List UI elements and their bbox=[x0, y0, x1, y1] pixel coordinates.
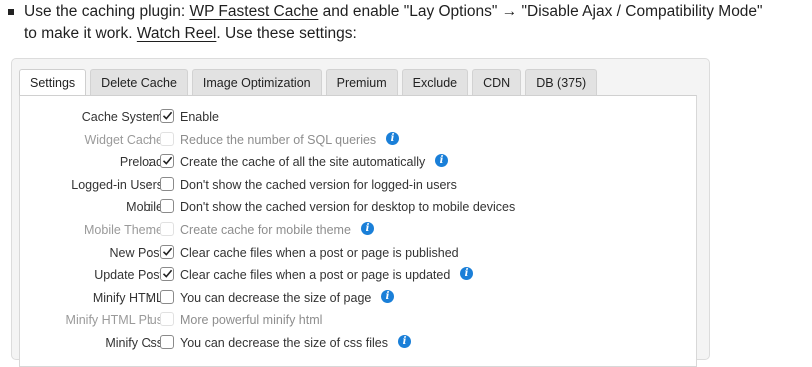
setting-row: Mobile Theme: Create cache for mobile the… bbox=[20, 221, 696, 241]
setting-checkbox bbox=[160, 312, 174, 327]
setting-description: You can decrease the size of page bbox=[180, 290, 372, 305]
intro-line-2: to make it work. Watch Reel. Use these s… bbox=[24, 22, 357, 46]
info-icon[interactable]: i bbox=[460, 267, 473, 281]
tab-delete-cache[interactable]: Delete Cache bbox=[90, 69, 188, 95]
setting-checkbox[interactable] bbox=[160, 244, 174, 259]
setting-description: Clear cache files when a post or page is… bbox=[180, 245, 459, 260]
checkmark-icon bbox=[162, 269, 173, 278]
setting-checkbox[interactable] bbox=[160, 109, 174, 123]
tab-image-optimization[interactable]: Image Optimization bbox=[191, 69, 322, 95]
setting-row: Minify HTML: You can decrease the size of… bbox=[20, 289, 696, 309]
tab-db[interactable]: DB (375) bbox=[525, 69, 598, 95]
checkmark-icon bbox=[162, 156, 173, 165]
setting-description: Create the cache of all the site automat… bbox=[180, 155, 426, 170]
setting-row: Mobile: Don't show the cached version for… bbox=[20, 198, 696, 218]
setting-description: Create cache for mobile theme bbox=[180, 223, 351, 237]
setting-description: Clear cache files when a post or page is… bbox=[180, 268, 451, 283]
setting-colon: : bbox=[148, 245, 152, 260]
watch-reel-link[interactable]: Watch Reel bbox=[137, 25, 217, 42]
setting-colon: : bbox=[148, 268, 152, 283]
setting-checkbox[interactable] bbox=[160, 335, 174, 349]
tab-bar: Settings Delete Cache Image Optimization… bbox=[19, 69, 598, 95]
setting-row: Minify Css: You can decrease the size of … bbox=[20, 334, 696, 354]
setting-colon: : bbox=[148, 223, 152, 237]
intro-text-1a: Use the caching plugin: bbox=[24, 3, 190, 20]
setting-description: You can decrease the size of css files bbox=[180, 336, 388, 350]
settings-panel: Settings Delete Cache Image Optimization… bbox=[11, 58, 710, 367]
bullet-icon bbox=[8, 9, 14, 15]
setting-label: Mobile bbox=[126, 200, 163, 215]
info-icon[interactable]: i bbox=[398, 335, 411, 348]
setting-colon: : bbox=[148, 313, 152, 328]
setting-colon: : bbox=[148, 177, 152, 192]
setting-colon: : bbox=[148, 336, 152, 350]
setting-checkbox bbox=[160, 131, 174, 146]
tab-settings[interactable]: Settings bbox=[19, 69, 87, 95]
setting-checkbox[interactable] bbox=[160, 199, 174, 214]
info-icon[interactable]: i bbox=[381, 289, 394, 303]
intro-text-2b: . Use these settings: bbox=[216, 25, 357, 42]
setting-row: Logged-in Users: Don't show the cached ve… bbox=[20, 176, 696, 196]
setting-checkbox bbox=[160, 222, 174, 236]
setting-colon: : bbox=[148, 155, 152, 170]
setting-row: Minify HTML Plus: More powerful minify ht… bbox=[20, 311, 696, 331]
setting-row: Preload: Create the cache of all the site… bbox=[20, 153, 696, 173]
setting-description: More powerful minify html bbox=[180, 313, 323, 328]
setting-colon: : bbox=[148, 200, 152, 215]
intro-text-2a: to make it work. bbox=[24, 25, 137, 42]
checkmark-icon bbox=[162, 111, 173, 120]
intro-line-1: Use the caching plugin: WP Fastest Cache… bbox=[24, 0, 763, 24]
setting-label: Preload bbox=[119, 155, 163, 170]
setting-colon: : bbox=[148, 132, 152, 147]
setting-row: Update Post: Clear cache files when a pos… bbox=[20, 266, 696, 286]
info-icon[interactable]: i bbox=[361, 222, 374, 235]
setting-checkbox[interactable] bbox=[160, 176, 174, 191]
setting-description: Don't show the cached version for logged… bbox=[180, 177, 457, 192]
setting-label: Update Post bbox=[94, 268, 163, 283]
setting-checkbox[interactable] bbox=[160, 289, 174, 304]
setting-checkbox[interactable] bbox=[160, 267, 174, 282]
setting-description: Don't show the cached version for deskto… bbox=[180, 200, 516, 215]
info-icon[interactable]: i bbox=[386, 131, 399, 145]
info-icon[interactable]: i bbox=[435, 154, 448, 168]
setting-colon: : bbox=[148, 110, 152, 124]
setting-label: Minify HTML bbox=[92, 290, 163, 305]
setting-checkbox[interactable] bbox=[160, 154, 174, 169]
tab-premium[interactable]: Premium bbox=[325, 69, 398, 95]
tab-cdn[interactable]: CDN bbox=[472, 69, 522, 95]
setting-row: Widget Cache: Reduce the number of SQL qu… bbox=[20, 131, 696, 151]
checkmark-icon bbox=[162, 247, 173, 256]
setting-row: New Post: Clear cache files when a post o… bbox=[20, 244, 696, 264]
settings-content: Cache System: Enable Widget Cache: Reduce t… bbox=[19, 95, 697, 367]
setting-row: Cache System: Enable bbox=[20, 108, 696, 128]
wp-fastest-cache-link[interactable]: WP Fastest Cache bbox=[189, 3, 318, 20]
intro-text-1b: and enable "Lay Options" → "Disable Ajax… bbox=[318, 3, 763, 20]
setting-description: Enable bbox=[180, 110, 219, 124]
setting-label: Minify Css bbox=[105, 336, 163, 350]
setting-colon: : bbox=[148, 290, 152, 305]
tab-exclude[interactable]: Exclude bbox=[401, 69, 469, 95]
setting-description: Reduce the number of SQL queries bbox=[180, 132, 377, 147]
setting-label: New Post bbox=[109, 245, 164, 260]
